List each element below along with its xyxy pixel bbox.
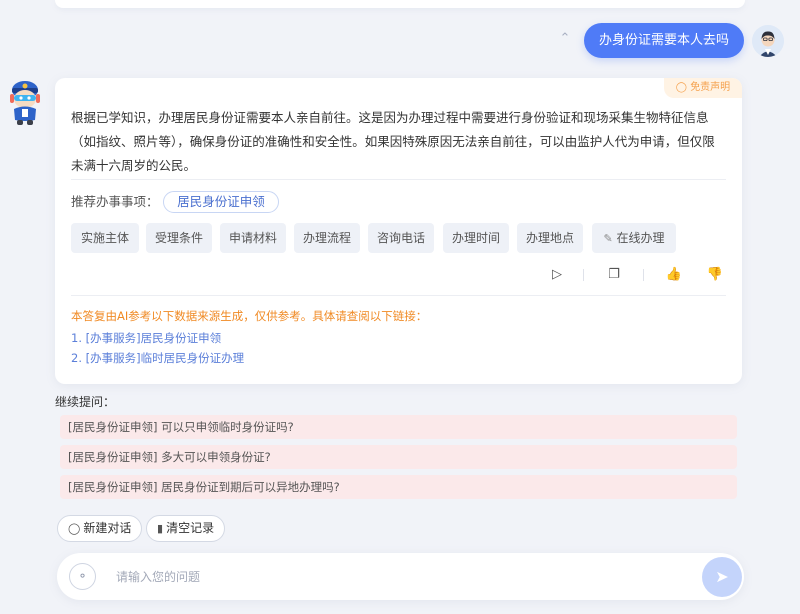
- quick-button-phone[interactable]: 咨询电话: [368, 223, 434, 253]
- clear-history-button[interactable]: ▮ 清空记录: [146, 515, 226, 542]
- quick-button-online-label: 在线办理: [616, 231, 665, 245]
- previous-message-card-edge: [55, 0, 745, 8]
- answer-card: ◯ 免责声明 根据已学知识，办理居民身份证需要本人亲自前往。这是因为办理过程中需…: [55, 78, 742, 384]
- microphone-icon[interactable]: ⚬: [69, 563, 96, 590]
- quick-button-materials[interactable]: 申请材料: [220, 223, 286, 253]
- divider: [71, 179, 726, 180]
- new-chat-label: 新建对话: [83, 521, 132, 535]
- clear-history-label: 清空记录: [166, 521, 215, 535]
- assistant-avatar: [6, 78, 44, 126]
- quick-button-location[interactable]: 办理地点: [517, 223, 583, 253]
- broom-icon: ▮: [157, 522, 164, 535]
- thumbs-up-icon[interactable]: 👍: [665, 266, 683, 284]
- new-chat-button[interactable]: ◯ 新建对话: [57, 515, 143, 542]
- recommend-label: 推荐办事事项：: [71, 194, 159, 209]
- quick-button-process[interactable]: 办理流程: [294, 223, 360, 253]
- thumbs-down-icon[interactable]: 👎: [706, 266, 724, 284]
- divider: [71, 295, 726, 296]
- edit-icon: ✎: [603, 232, 613, 245]
- quick-button-online[interactable]: ✎ 在线办理: [592, 223, 676, 253]
- quick-button-implementer[interactable]: 实施主体: [71, 223, 139, 253]
- separator: [583, 269, 584, 281]
- send-icon[interactable]: ➤: [702, 557, 742, 597]
- answer-paragraph: 根据已学知识，办理居民身份证需要本人亲自前往。这是因为办理过程中需要进行身份验证…: [71, 110, 715, 173]
- quick-button-conditions[interactable]: 受理条件: [146, 223, 212, 253]
- followup-question[interactable]: [居民身份证申领] 可以只申领临时身份证吗?: [60, 415, 737, 439]
- reference-link[interactable]: 1. [办事服务]居民身份证申领: [71, 330, 221, 346]
- user-avatar: [752, 25, 784, 57]
- chat-input-box: ⚬ 请输入您的问题 ➤: [57, 553, 744, 600]
- user-message-bubble: 办身份证需要本人去吗: [584, 23, 744, 58]
- chevron-up-icon[interactable]: ⌃: [557, 31, 573, 47]
- play-icon[interactable]: ▷: [548, 266, 566, 284]
- disclaimer-tag[interactable]: ◯ 免责声明: [664, 78, 742, 98]
- disclaimer-label: 免责声明: [690, 82, 731, 93]
- shield-icon: ◯: [675, 82, 687, 93]
- followup-question[interactable]: [居民身份证申领] 居民身份证到期后可以异地办理吗?: [60, 475, 737, 499]
- recommend-item-pill[interactable]: 居民身份证申领: [163, 191, 279, 213]
- copy-icon[interactable]: ❐: [605, 266, 623, 284]
- followup-question[interactable]: [居民身份证申领] 多大可以申领身份证?: [60, 445, 737, 469]
- separator: [643, 269, 644, 281]
- quick-button-hours[interactable]: 办理时间: [443, 223, 509, 253]
- reference-link[interactable]: 2. [办事服务]临时居民身份证办理: [71, 350, 244, 366]
- chat-input[interactable]: 请输入您的问题: [116, 568, 200, 585]
- ai-source-note: 本答复由AI参考以下数据来源生成，仅供参考。具体请查阅以下链接：: [71, 309, 428, 323]
- followup-label: 继续提问：: [55, 395, 116, 409]
- chat-bubble-icon: ◯: [68, 522, 81, 535]
